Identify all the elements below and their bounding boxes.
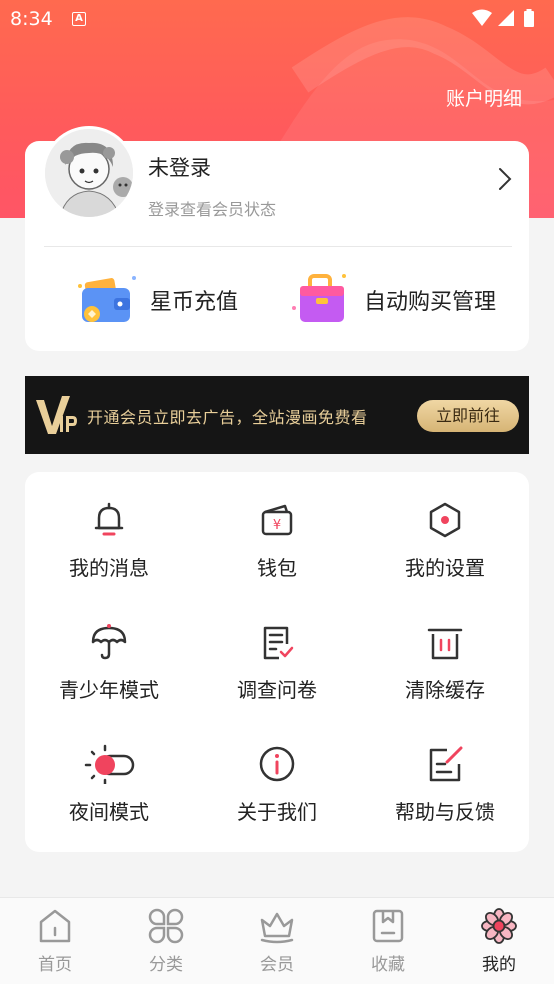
- tab-label: 收藏: [371, 955, 405, 975]
- menu-item-label: 关于我们: [237, 800, 317, 824]
- menu-item-label: 青少年模式: [59, 678, 159, 702]
- survey-icon: [257, 622, 297, 662]
- tab-mine[interactable]: 我的: [444, 898, 554, 984]
- auto-purchase-button[interactable]: 自动购买管理: [288, 270, 496, 330]
- menu-item-label: 我的消息: [69, 556, 149, 580]
- status-bar: 8:34 A: [0, 0, 554, 40]
- divider: [44, 246, 512, 247]
- notification-icon: A: [72, 12, 86, 26]
- user-name[interactable]: 未登录: [148, 152, 211, 182]
- battery-icon: [524, 9, 534, 27]
- home-icon: [37, 908, 73, 944]
- bottom-tab-bar: 首页 分类 会员 收藏 我的: [0, 897, 554, 984]
- status-icons: [470, 9, 542, 33]
- tab-label: 我的: [482, 955, 516, 975]
- svg-text:¥: ¥: [273, 518, 281, 533]
- tab-home[interactable]: 首页: [0, 898, 110, 984]
- bookmark-icon: [370, 908, 406, 944]
- menu-item-feedback[interactable]: 帮助与反馈: [361, 744, 529, 854]
- signal-icon: [498, 10, 514, 26]
- category-icon: [148, 908, 184, 944]
- menu-item-label: 我的设置: [405, 556, 485, 580]
- menu-item-label: 帮助与反馈: [395, 800, 495, 824]
- avatar[interactable]: [42, 126, 136, 220]
- settings-hexagon-icon: [425, 500, 465, 540]
- vip-banner-text: 开通会员立即去广告，全站漫画免费看: [87, 408, 368, 427]
- vip-go-button[interactable]: 立即前往: [417, 400, 519, 432]
- chevron-right-icon[interactable]: [496, 166, 516, 192]
- vip-logo-icon: [36, 396, 78, 440]
- wallet-icon: [74, 268, 140, 332]
- wifi-icon: [472, 9, 492, 26]
- menu-item-label: 夜间模式: [69, 800, 149, 824]
- menu-item-wallet[interactable]: ¥ 钱包: [193, 500, 361, 610]
- umbrella-icon: [89, 622, 129, 662]
- night-toggle-icon: [83, 744, 137, 786]
- auto-purchase-label: 自动购买管理: [364, 290, 497, 315]
- wallet-icon: ¥: [257, 500, 297, 540]
- info-icon: [257, 744, 297, 784]
- menu-item-teen-mode[interactable]: 青少年模式: [25, 622, 193, 732]
- menu-item-survey[interactable]: 调查问卷: [193, 622, 361, 732]
- trash-icon: [425, 622, 465, 662]
- menu-item-settings[interactable]: 我的设置: [361, 500, 529, 610]
- account-detail-link[interactable]: 账户明细: [446, 84, 522, 111]
- status-time: 8:34: [10, 8, 53, 30]
- tab-favorites[interactable]: 收藏: [333, 898, 443, 984]
- tab-member[interactable]: 会员: [222, 898, 332, 984]
- user-subtitle: 登录查看会员状态: [148, 200, 277, 219]
- crown-icon: [259, 908, 295, 944]
- feedback-icon: [425, 744, 465, 784]
- flower-icon: [481, 908, 517, 944]
- tab-category[interactable]: 分类: [111, 898, 221, 984]
- menu-item-label: 调查问卷: [237, 678, 317, 702]
- tab-label: 会员: [260, 955, 294, 975]
- menu-item-label: 清除缓存: [405, 678, 485, 702]
- menu-item-clear-cache[interactable]: 清除缓存: [361, 622, 529, 732]
- recharge-button[interactable]: 星币充值: [74, 270, 238, 330]
- tab-label: 首页: [38, 955, 72, 975]
- recharge-label: 星币充值: [150, 290, 239, 315]
- menu-item-messages[interactable]: 我的消息: [25, 500, 193, 610]
- tab-label: 分类: [149, 955, 183, 975]
- menu-item-label: 钱包: [257, 556, 297, 580]
- menu-item-night-mode[interactable]: 夜间模式: [25, 744, 193, 854]
- bell-icon: [89, 500, 129, 540]
- shopping-bag-icon: [288, 268, 354, 332]
- menu-item-about[interactable]: 关于我们: [193, 744, 361, 854]
